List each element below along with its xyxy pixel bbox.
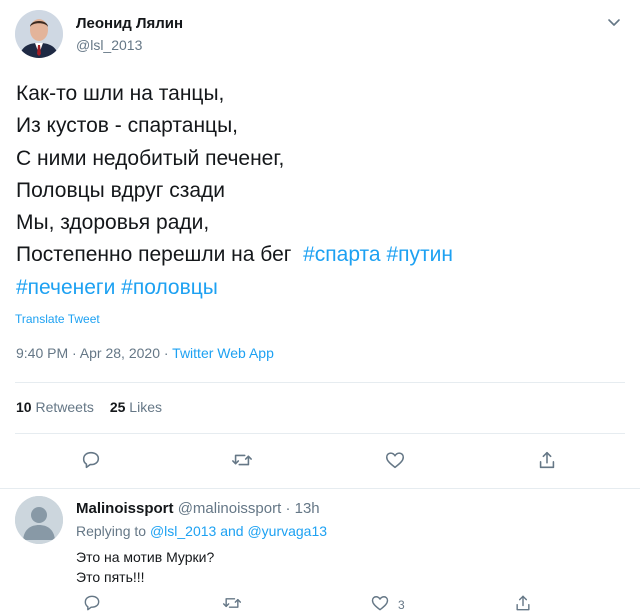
reply-time[interactable]: 13h xyxy=(295,500,320,517)
replying-to: Replying to @lsl_2013 and @yurvaga13 xyxy=(76,523,327,539)
likes-stat[interactable]: 25 Likes xyxy=(110,399,162,415)
chevron-down-icon[interactable] xyxy=(604,12,624,32)
reply-avatar[interactable] xyxy=(15,496,63,544)
likes-label: Likes xyxy=(129,399,162,415)
tweet-line: Как-то шли на танцы, xyxy=(16,82,225,105)
reply-author-handle[interactable]: @malinoissport xyxy=(178,500,282,517)
translate-tweet-link[interactable]: Translate Tweet xyxy=(15,312,100,326)
hashtag-link[interactable]: #спарта xyxy=(303,243,381,266)
tweet-line-text: Постепенно перешли на бег xyxy=(16,243,292,267)
reply-line: Это на мотив Мурки? xyxy=(76,549,215,565)
reply-header: Malinoissport @malinoissport · 13h xyxy=(76,500,320,517)
retweet-icon[interactable] xyxy=(231,449,253,471)
reply-author-name[interactable]: Malinoissport xyxy=(76,500,174,517)
tweet-line: Из кустов - спартанцы, xyxy=(16,114,239,138)
tweet-source-link[interactable]: Twitter Web App xyxy=(172,345,274,361)
retweet-icon[interactable] xyxy=(222,593,242,615)
replying-prefix: Replying to xyxy=(76,523,150,539)
tweet-line: Половцы вдруг сзади xyxy=(16,178,225,202)
retweets-label: Retweets xyxy=(35,399,94,415)
author-name[interactable]: Леонид Лялин xyxy=(76,15,183,32)
author-handle[interactable]: @lsl_2013 xyxy=(76,37,142,53)
tweet-line: #печенеги #половцы xyxy=(16,272,616,304)
likes-count: 25 xyxy=(109,399,126,415)
reply-separator: · xyxy=(281,500,295,517)
and-text: and xyxy=(216,523,248,539)
tweet-line: Постепенно перешли на бег #спарта #путин xyxy=(16,239,616,271)
like-icon[interactable] xyxy=(370,593,390,615)
reply-icon[interactable] xyxy=(82,593,102,615)
divider xyxy=(15,382,625,383)
mention-link[interactable]: @lsl_2013 xyxy=(150,523,216,539)
tweet-line: С ними недобитый печенег, xyxy=(16,146,285,170)
hashtag-link[interactable]: #путин xyxy=(386,243,453,266)
retweets-count: 10 xyxy=(16,399,32,415)
like-icon[interactable] xyxy=(384,449,406,471)
reply-text: Это на мотив Мурки? Это пять!!! xyxy=(76,547,214,587)
hashtag-link[interactable]: #печенеги xyxy=(16,276,115,299)
share-icon[interactable] xyxy=(536,449,558,471)
author-avatar[interactable] xyxy=(15,10,63,58)
tweet-line: Мы, здоровья ради, xyxy=(16,211,210,235)
divider xyxy=(15,433,625,434)
mention-link[interactable]: @yurvaga13 xyxy=(247,523,327,539)
tweet-timestamp[interactable]: 9:40 PM · Apr 28, 2020 · xyxy=(16,345,172,361)
reply-icon[interactable] xyxy=(80,449,102,471)
reply-likes-count: 3 xyxy=(398,598,405,612)
tweet-meta: 9:40 PM · Apr 28, 2020 · Twitter Web App xyxy=(16,345,274,361)
share-icon[interactable] xyxy=(513,593,533,615)
retweets-stat[interactable]: 10 Retweets xyxy=(16,399,94,415)
reply-line: Это пять!!! xyxy=(76,569,145,585)
hashtag-link[interactable]: #половцы xyxy=(121,276,218,299)
tweet-text: Как-то шли на танцы, Из кустов - спартан… xyxy=(16,78,616,304)
main-tweet: Леонид Лялин @lsl_2013 Как-то шли на тан… xyxy=(0,0,640,489)
tweet-stats: 10 Retweets 25 Likes xyxy=(16,399,162,415)
